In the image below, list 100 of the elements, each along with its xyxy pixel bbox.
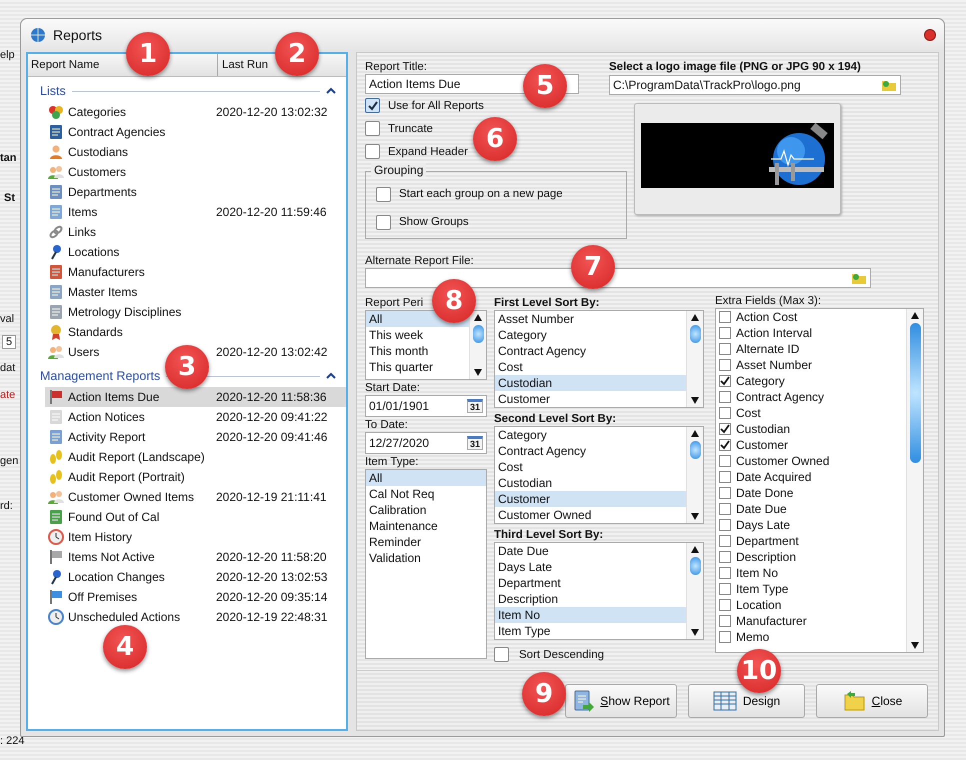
report-row[interactable]: Departments bbox=[45, 182, 346, 202]
checkbox[interactable] bbox=[719, 631, 731, 643]
checkbox[interactable] bbox=[494, 647, 509, 662]
scroll-bar[interactable] bbox=[686, 543, 703, 639]
list-item[interactable]: Item Type bbox=[495, 623, 686, 639]
checkbox[interactable] bbox=[719, 503, 731, 515]
list-item[interactable]: Asset Number bbox=[495, 311, 686, 327]
report-row[interactable]: Links bbox=[45, 222, 346, 242]
list-item[interactable]: Validation bbox=[366, 550, 486, 566]
report-row[interactable]: Metrology Disciplines bbox=[45, 302, 346, 322]
close-button[interactable]: Close bbox=[816, 684, 928, 718]
report-row[interactable]: Locations bbox=[45, 242, 346, 262]
checkbox[interactable] bbox=[719, 311, 731, 323]
checkbox[interactable] bbox=[719, 583, 731, 595]
folder-icon[interactable] bbox=[881, 78, 897, 92]
scroll-bar[interactable] bbox=[469, 311, 486, 379]
date-field[interactable]: 01/01/1901 31 bbox=[365, 395, 487, 417]
checkbox[interactable] bbox=[719, 359, 731, 371]
scroll-bar[interactable] bbox=[686, 311, 703, 407]
calendar-button[interactable]: 31 bbox=[466, 399, 483, 413]
checkbox[interactable] bbox=[719, 615, 731, 627]
list-item[interactable]: Maintenance bbox=[366, 518, 486, 534]
report-row[interactable]: Activity Report 2020-12-20 09:41:46 bbox=[45, 427, 346, 447]
report-row[interactable]: Unscheduled Actions 2020-12-19 22:48:31 bbox=[45, 607, 346, 627]
scroll-bar[interactable] bbox=[686, 427, 703, 523]
checkbox[interactable] bbox=[719, 599, 731, 611]
list-item[interactable]: Customer Owned bbox=[495, 507, 686, 523]
group-header[interactable]: Management Reports bbox=[40, 369, 160, 383]
checkbox[interactable] bbox=[376, 214, 391, 230]
close-icon[interactable] bbox=[924, 28, 936, 40]
list-item[interactable]: Item No bbox=[495, 607, 686, 623]
folder-icon[interactable] bbox=[851, 271, 867, 285]
show-report-button[interactable]: Show Report bbox=[565, 684, 677, 718]
checkbox[interactable] bbox=[719, 487, 731, 499]
checkbox[interactable] bbox=[719, 551, 731, 563]
checkbox[interactable] bbox=[719, 375, 731, 387]
list-item[interactable]: Category bbox=[495, 327, 686, 343]
scroll-bar[interactable] bbox=[906, 309, 923, 652]
logo-path-field[interactable]: C:\ProgramData\TrackPro\logo.png bbox=[609, 75, 901, 95]
list-item[interactable]: Description bbox=[495, 591, 686, 607]
checkbox[interactable] bbox=[719, 407, 731, 419]
date-field[interactable]: 12/27/2020 31 bbox=[365, 432, 487, 454]
list-item[interactable]: Reminder bbox=[366, 534, 486, 550]
list-item[interactable]: Date Due bbox=[495, 543, 686, 559]
collapse-icon[interactable] bbox=[326, 87, 336, 95]
checkbox[interactable] bbox=[719, 567, 731, 579]
checkbox[interactable] bbox=[719, 391, 731, 403]
checkbox[interactable] bbox=[376, 186, 391, 202]
list-item[interactable]: Days Late bbox=[495, 559, 686, 575]
list-item[interactable]: This month bbox=[366, 343, 469, 359]
checkbox[interactable] bbox=[365, 144, 380, 159]
last-run-time: 2020-12-20 13:02:42 bbox=[216, 345, 328, 359]
checkbox[interactable] bbox=[365, 121, 380, 136]
checkbox[interactable] bbox=[719, 455, 731, 467]
report-row[interactable]: Audit Report (Portrait) bbox=[45, 467, 346, 487]
list-item[interactable]: This quarter bbox=[366, 359, 469, 375]
design-button[interactable]: Design bbox=[688, 684, 805, 718]
checkbox[interactable] bbox=[719, 471, 731, 483]
report-row[interactable]: Manufacturers bbox=[45, 262, 346, 282]
list-item[interactable]: Category bbox=[495, 427, 686, 443]
checkbox-label: Location bbox=[736, 598, 782, 612]
checkbox[interactable] bbox=[719, 535, 731, 547]
report-row[interactable]: Items Not Active 2020-12-20 11:58:20 bbox=[45, 547, 346, 567]
report-row[interactable]: Categories 2020-12-20 13:02:32 bbox=[45, 102, 346, 122]
list-item[interactable]: Custodian bbox=[495, 475, 686, 491]
report-row[interactable]: Action Notices 2020-12-20 09:41:22 bbox=[45, 407, 346, 427]
list-item[interactable]: Customer bbox=[495, 491, 686, 507]
list-item[interactable]: Contract Agency bbox=[495, 343, 686, 359]
checkbox[interactable] bbox=[365, 98, 380, 113]
report-row[interactable]: Audit Report (Landscape) bbox=[45, 447, 346, 467]
report-row[interactable]: Master Items bbox=[45, 282, 346, 302]
checkbox[interactable] bbox=[719, 439, 731, 451]
list-item[interactable]: Cost bbox=[495, 359, 686, 375]
list-item[interactable]: This week bbox=[366, 327, 469, 343]
list-item[interactable]: Department bbox=[495, 575, 686, 591]
report-row[interactable]: Contract Agencies bbox=[45, 122, 346, 142]
checkbox[interactable] bbox=[719, 423, 731, 435]
report-row[interactable]: Customers bbox=[45, 162, 346, 182]
report-row[interactable]: Action Items Due 2020-12-20 11:58:36 bbox=[45, 387, 346, 407]
report-row[interactable]: Item History bbox=[45, 527, 346, 547]
list-item[interactable]: Custodian bbox=[495, 375, 686, 391]
report-row[interactable]: Customer Owned Items 2020-12-19 21:11:41 bbox=[45, 487, 346, 507]
collapse-icon[interactable] bbox=[326, 372, 336, 380]
checkbox[interactable] bbox=[719, 327, 731, 339]
report-row[interactable]: Items 2020-12-20 11:59:46 bbox=[45, 202, 346, 222]
report-row[interactable]: Location Changes 2020-12-20 13:02:53 bbox=[45, 567, 346, 587]
list-item[interactable]: Cost bbox=[495, 459, 686, 475]
group-header[interactable]: Lists bbox=[40, 84, 66, 98]
list-item[interactable]: All bbox=[366, 470, 486, 486]
calendar-button[interactable]: 31 bbox=[466, 436, 483, 450]
report-row[interactable]: Standards bbox=[45, 322, 346, 342]
list-item[interactable]: Customer bbox=[495, 391, 686, 407]
list-item[interactable]: Contract Agency bbox=[495, 443, 686, 459]
list-item[interactable]: Calibration bbox=[366, 502, 486, 518]
report-row[interactable]: Off Premises 2020-12-20 09:35:14 bbox=[45, 587, 346, 607]
list-item[interactable]: Cal Not Req bbox=[366, 486, 486, 502]
checkbox[interactable] bbox=[719, 343, 731, 355]
report-row[interactable]: Found Out of Cal bbox=[45, 507, 346, 527]
checkbox[interactable] bbox=[719, 519, 731, 531]
report-row[interactable]: Custodians bbox=[45, 142, 346, 162]
